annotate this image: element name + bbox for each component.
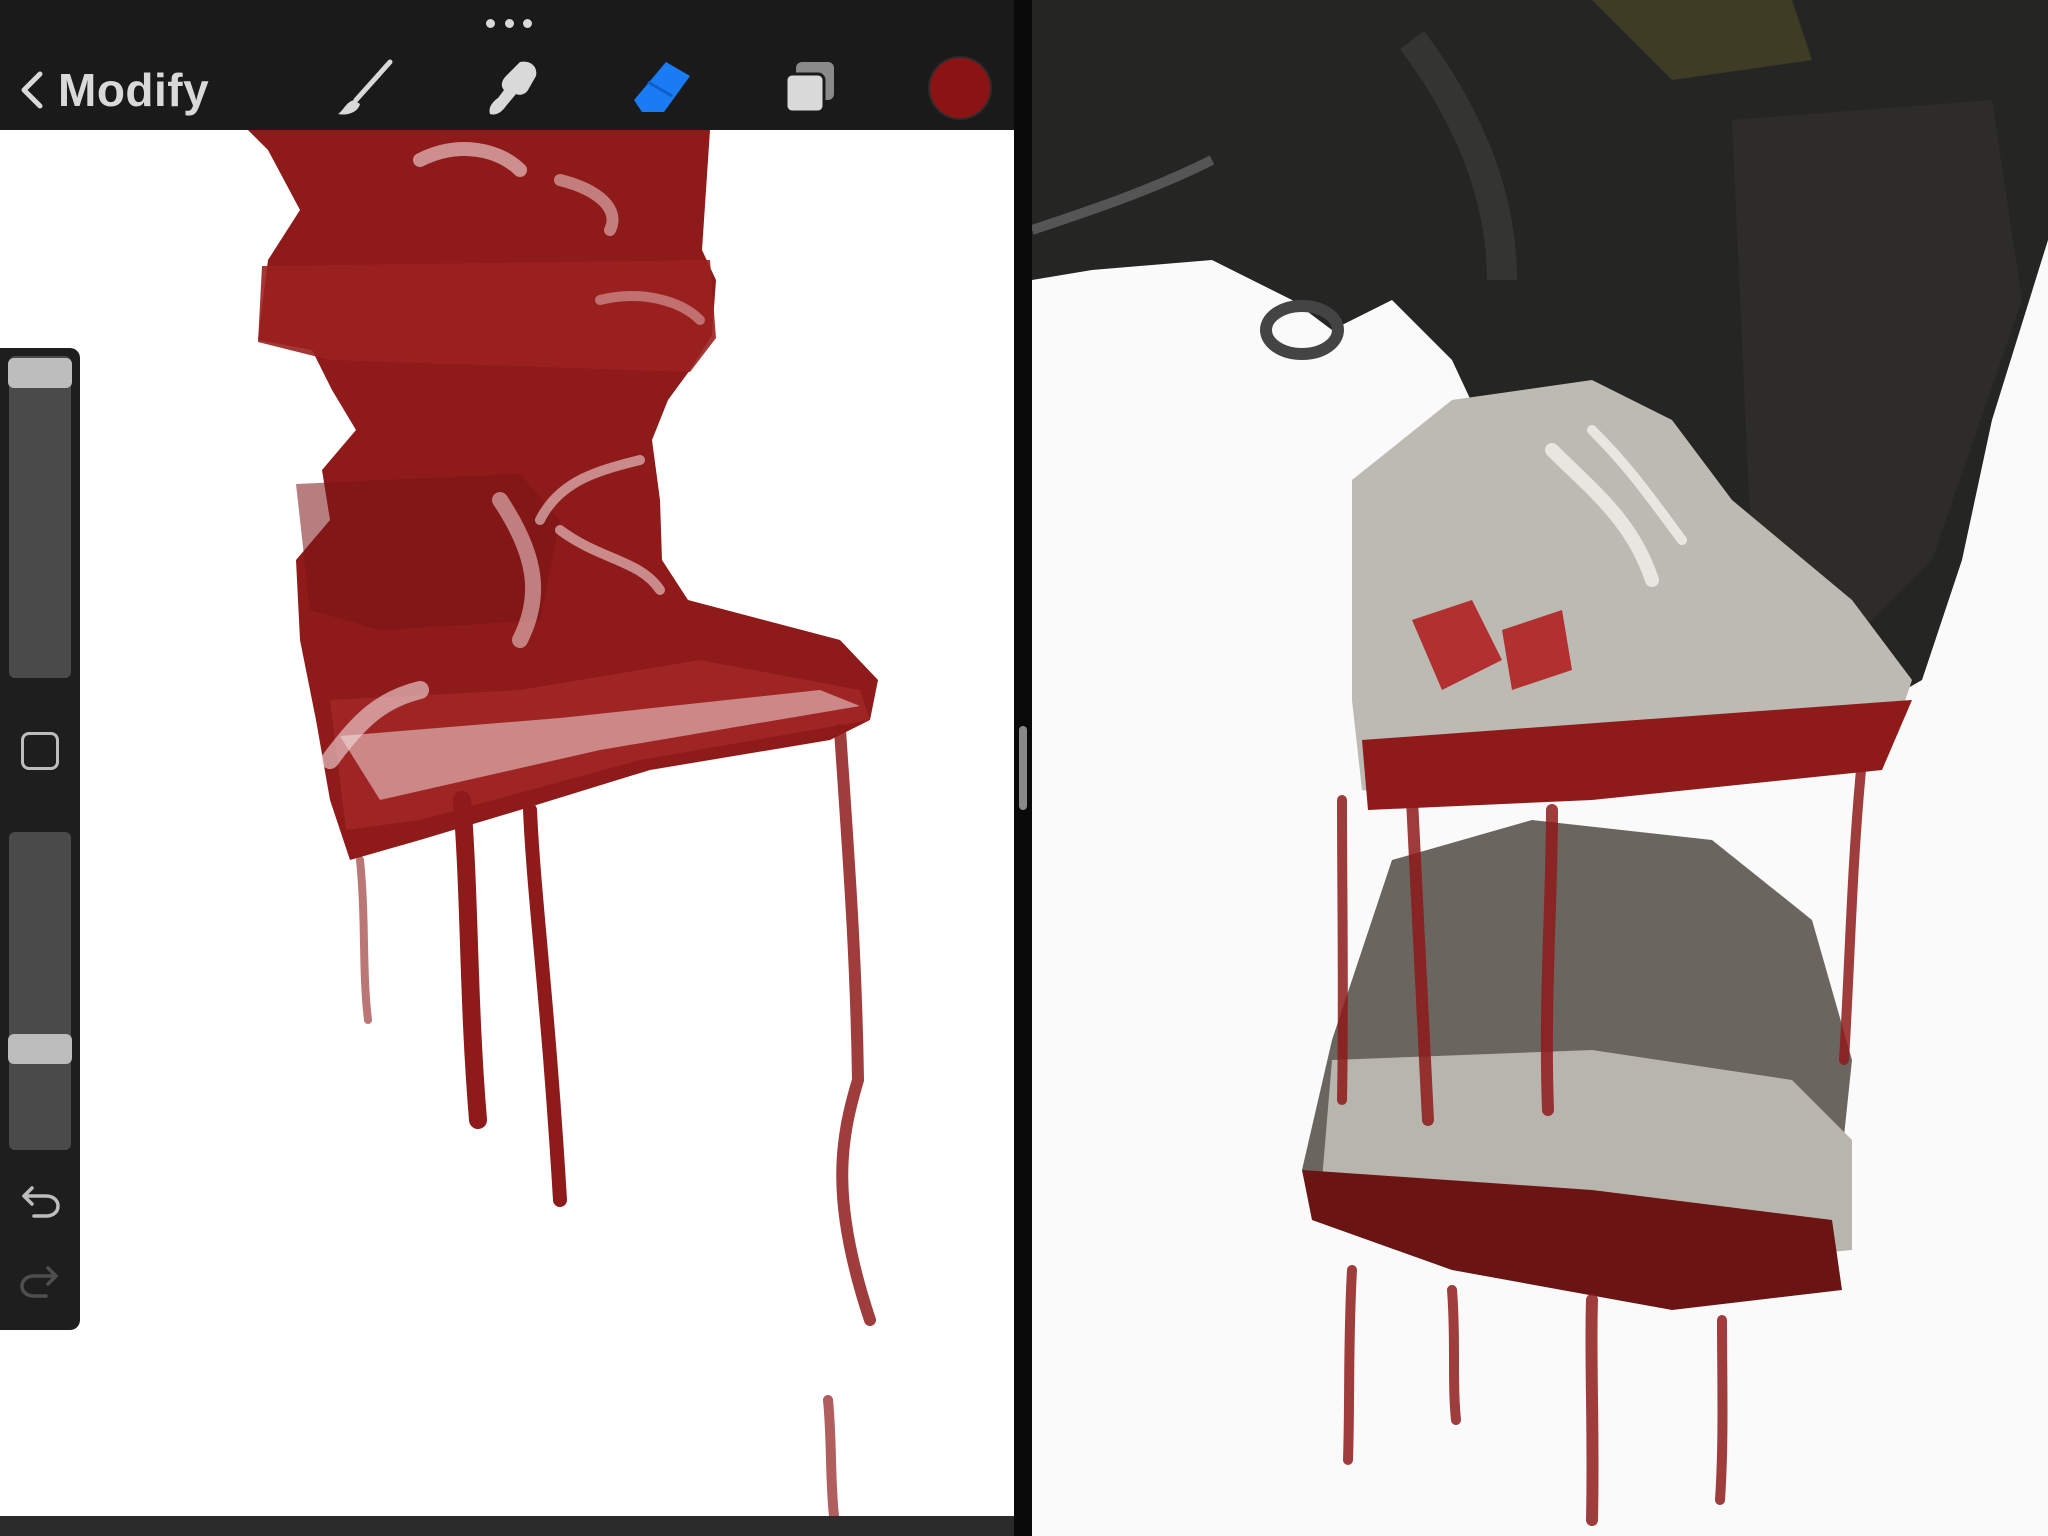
chevron-left-icon bbox=[21, 71, 43, 109]
split-view-divider bbox=[1014, 0, 1032, 1536]
multitasking-handle[interactable] bbox=[486, 16, 532, 30]
modify-back-button[interactable]: Modify bbox=[18, 60, 209, 120]
brush-size-thumb[interactable] bbox=[8, 358, 72, 388]
modify-square-icon[interactable] bbox=[21, 732, 59, 770]
bottom-strip bbox=[0, 1516, 1014, 1536]
eraser-tool-button[interactable] bbox=[626, 52, 698, 124]
smudge-icon bbox=[489, 61, 537, 115]
brush-tool-button[interactable] bbox=[328, 52, 400, 124]
color-picker-button[interactable] bbox=[928, 56, 992, 120]
redo-icon[interactable] bbox=[18, 1258, 62, 1302]
modify-label: Modify bbox=[58, 64, 210, 116]
opacity-slider[interactable] bbox=[8, 832, 72, 1150]
layers-icon bbox=[784, 62, 834, 114]
drawing-canvas[interactable] bbox=[0, 130, 1014, 1516]
layers-button[interactable] bbox=[774, 52, 846, 124]
split-view-handle[interactable] bbox=[1019, 726, 1027, 810]
brush-size-slider[interactable] bbox=[8, 356, 72, 678]
opacity-thumb[interactable] bbox=[8, 1034, 72, 1064]
reference-painting bbox=[1032, 0, 2048, 1536]
reference-image-pane bbox=[1032, 0, 2048, 1536]
procreate-pane: Modify bbox=[0, 0, 1014, 1536]
eraser-icon bbox=[634, 62, 690, 112]
smudge-tool-button[interactable] bbox=[476, 52, 548, 124]
undo-icon[interactable] bbox=[18, 1178, 62, 1222]
top-toolbar: Modify bbox=[0, 0, 1014, 130]
sidebar-sliders bbox=[0, 348, 80, 1330]
brush-icon bbox=[338, 59, 393, 115]
